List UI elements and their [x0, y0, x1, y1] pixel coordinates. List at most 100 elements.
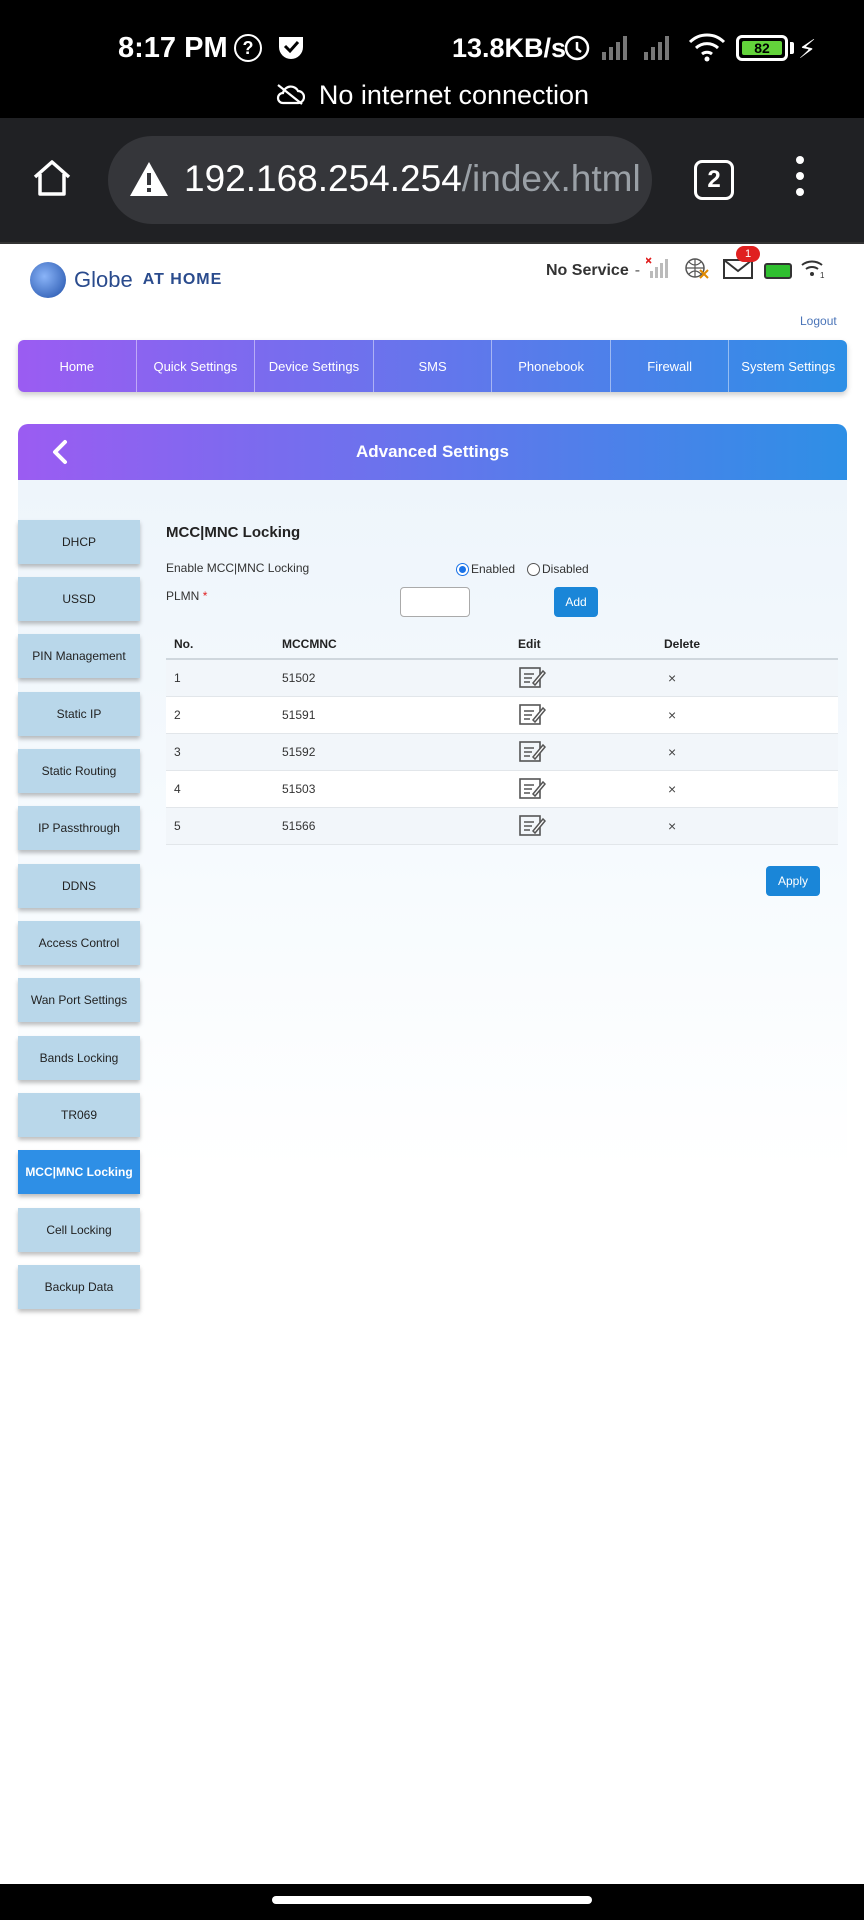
sidebar-item-bands-locking[interactable]: Bands Locking [18, 1036, 140, 1080]
back-chevron-icon[interactable] [48, 438, 74, 471]
cloud-off-icon [275, 81, 305, 112]
home-icon[interactable] [30, 156, 74, 205]
required-mark: * [202, 589, 208, 603]
sidebar-item-ddns[interactable]: DDNS [18, 864, 140, 908]
row-mccmnc: 51591 [282, 708, 316, 722]
url-host: 192.168.254.254 [184, 158, 462, 199]
mccmnc-table: No. MCCMNC Edit Delete 1 51502 × 2 51591… [166, 630, 838, 845]
globe-logo-icon [30, 262, 66, 298]
sidebar-item-static-routing[interactable]: Static Routing [18, 749, 140, 793]
wifi-status-icon: 1 [800, 257, 826, 284]
globe-logo: Globe AT HOME [30, 262, 222, 298]
sidebar-item-tr069[interactable]: TR069 [18, 1093, 140, 1137]
svg-text:1: 1 [820, 271, 825, 279]
sidebar-item-static-ip[interactable]: Static IP [18, 692, 140, 736]
sms-count-badge: 1 [736, 246, 761, 262]
device-status-row: No Service - 1 1 [546, 246, 826, 285]
panel-title: Advanced Settings [355, 442, 510, 461]
sidebar-item-wan-port-settings[interactable]: Wan Port Settings [18, 978, 140, 1022]
unknown-notification-icon: ? [234, 34, 262, 62]
edit-icon[interactable] [518, 665, 664, 692]
shield-check-icon [276, 33, 306, 68]
no-internet-banner: No internet connection [0, 80, 864, 112]
enabled-radio[interactable] [456, 563, 469, 577]
row-no: 1 [174, 671, 181, 685]
brand-sub: AT HOME [142, 271, 223, 288]
nav-sms[interactable]: SMS [374, 340, 493, 392]
table-row: 3 51592 × [166, 734, 838, 771]
sidebar-item-dhcp[interactable]: DHCP [18, 520, 140, 564]
url-text[interactable]: 192.168.254.254/index.html [184, 158, 641, 200]
delete-icon[interactable]: × [664, 818, 814, 834]
col-edit: Edit [518, 637, 541, 651]
row-mccmnc: 51566 [282, 819, 316, 833]
brand-name: Globe [74, 267, 133, 292]
col-no: No. [174, 637, 194, 651]
disabled-radio-option[interactable]: Disabled [527, 562, 589, 577]
enable-label: Enable MCC|MNC Locking [166, 561, 310, 575]
plmn-label-row: PLMN * [166, 589, 207, 603]
url-path: /index.html [461, 158, 641, 199]
status-bar: 8:17 PM ? 13.8KB/s 82 ⚡ No internet conn… [0, 0, 864, 118]
nav-firewall[interactable]: Firewall [611, 340, 730, 392]
main-nav: Home Quick Settings Device Settings SMS … [18, 340, 847, 392]
sidebar-item-pin-management[interactable]: PIN Management [18, 634, 140, 678]
row-no: 2 [174, 708, 181, 722]
no-signal-icon [645, 257, 670, 284]
battery-level: 82 [742, 41, 782, 55]
delete-icon[interactable]: × [664, 707, 814, 723]
section-title: MCC|MNC Locking [166, 524, 301, 541]
row-mccmnc: 51502 [282, 671, 316, 685]
edit-icon[interactable] [518, 813, 664, 840]
router-page: Globe AT HOME No Service - 1 1 Logout Ho… [0, 244, 864, 1884]
sms-inbox[interactable]: 1 [722, 246, 761, 285]
battery-icon: 82 [736, 35, 788, 61]
sidebar-item-cell-locking[interactable]: Cell Locking [18, 1208, 140, 1252]
edit-icon[interactable] [518, 739, 664, 766]
edit-icon[interactable] [518, 702, 664, 729]
plmn-input[interactable] [400, 587, 470, 617]
browser-toolbar: 192.168.254.254/index.html 2 [0, 118, 864, 242]
row-mccmnc: 51503 [282, 782, 316, 796]
row-mccmnc: 51592 [282, 745, 316, 759]
delete-icon[interactable]: × [664, 744, 814, 760]
sidebar-item-backup-data[interactable]: Backup Data [18, 1265, 140, 1309]
no-internet-text: No internet connection [318, 80, 590, 110]
nav-device-settings[interactable]: Device Settings [255, 340, 374, 392]
table-row: 1 51502 × [166, 660, 838, 697]
sidebar-item-ip-passthrough[interactable]: IP Passthrough [18, 806, 140, 850]
edit-icon[interactable] [518, 776, 664, 803]
delete-icon[interactable]: × [664, 781, 814, 797]
table-row: 4 51503 × [166, 771, 838, 808]
status-time: 8:17 PM [118, 32, 228, 64]
alarm-icon [562, 32, 592, 67]
service-status: No Service [546, 261, 629, 279]
no-internet-globe-icon [684, 256, 710, 285]
home-gesture-pill[interactable] [272, 1896, 592, 1904]
col-delete: Delete [664, 637, 701, 651]
logout-link[interactable]: Logout [800, 314, 837, 328]
sidebar-item-access-control[interactable]: Access Control [18, 921, 140, 965]
apply-button[interactable]: Apply [766, 866, 820, 896]
table-header: No. MCCMNC Edit Delete [166, 630, 838, 660]
nav-system-settings[interactable]: System Settings [729, 340, 847, 392]
plmn-label: PLMN [166, 589, 200, 603]
disabled-radio-label: Disabled [542, 562, 589, 576]
nav-quick-settings[interactable]: Quick Settings [137, 340, 256, 392]
sidebar-item-ussd[interactable]: USSD [18, 577, 140, 621]
col-mccmnc: MCCMNC [282, 637, 337, 651]
panel-header: Advanced Settings [18, 424, 847, 480]
enabled-radio-option[interactable]: Enabled [456, 562, 515, 577]
signal-icon [642, 34, 674, 65]
delete-icon[interactable]: × [664, 670, 814, 686]
sidebar-item-mcc-mnc-locking[interactable]: MCC|MNC Locking [18, 1150, 140, 1194]
nav-home[interactable]: Home [18, 340, 137, 392]
signal-icon [600, 34, 632, 65]
address-bar[interactable]: 192.168.254.254/index.html [108, 136, 652, 224]
disabled-radio[interactable] [527, 563, 540, 577]
warning-icon[interactable] [128, 160, 170, 203]
add-button[interactable]: Add [554, 587, 598, 617]
nav-phonebook[interactable]: Phonebook [492, 340, 611, 392]
more-menu-icon[interactable] [796, 156, 804, 204]
tab-switcher-button[interactable]: 2 [694, 160, 734, 200]
